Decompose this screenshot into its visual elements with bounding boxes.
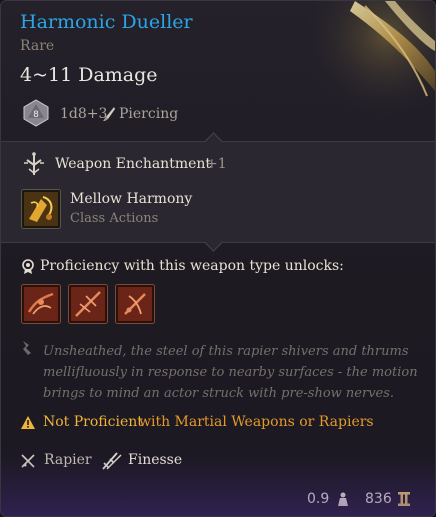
action-name: Mellow Harmony [70,191,193,207]
not-proficient-label: Not Proficient [43,414,143,430]
action-category: Class Actions [70,211,159,226]
finesse-property[interactable]: Finesse [128,452,182,468]
proficiency-warning-detail: with Martial Weapons or Rapiers [139,414,374,430]
gold-coin-icon [398,492,410,506]
piercing-strike-action-icon[interactable] [115,284,155,324]
rapier-art [295,1,435,141]
weight-icon [338,492,348,506]
lore-text: Unsheathed, the steel of this rapier shi… [43,344,418,401]
enchantment-title: Weapon Enchantment [55,156,212,172]
item-tooltip: Harmonic Dueller Rare 4~11 Damage 8 1d8+… [0,0,436,517]
d8-dice-icon: 8 [23,99,49,127]
weight-value: 0.9 [307,491,330,507]
piercing-icon [103,107,115,121]
rapier-icon [21,454,35,468]
damage-range: 4~11 Damage [20,64,158,86]
mellow-harmony-icon[interactable] [21,189,61,229]
warning-icon [21,416,35,429]
slash-action-icon[interactable] [68,284,108,324]
weapon-enchantment-icon [24,152,44,175]
proficiency-icon [22,259,34,274]
proficiency-text: Proficiency with this weapon type unlock… [40,258,344,274]
enchantment-bonus: +1 [206,156,227,172]
dice-value: 8 [33,110,39,120]
finesse-icon [102,452,122,470]
damage-type: Piercing [119,106,179,122]
flourish-action-icon[interactable] [21,284,61,324]
damage-dice: 1d8+3 [60,106,108,122]
item-rarity: Rare [20,38,55,54]
item-name: Harmonic Dueller [20,11,193,33]
lore-feather-icon [23,341,31,355]
price-value: 836 [365,491,392,507]
weapon-type-property[interactable]: Rapier [44,452,92,468]
